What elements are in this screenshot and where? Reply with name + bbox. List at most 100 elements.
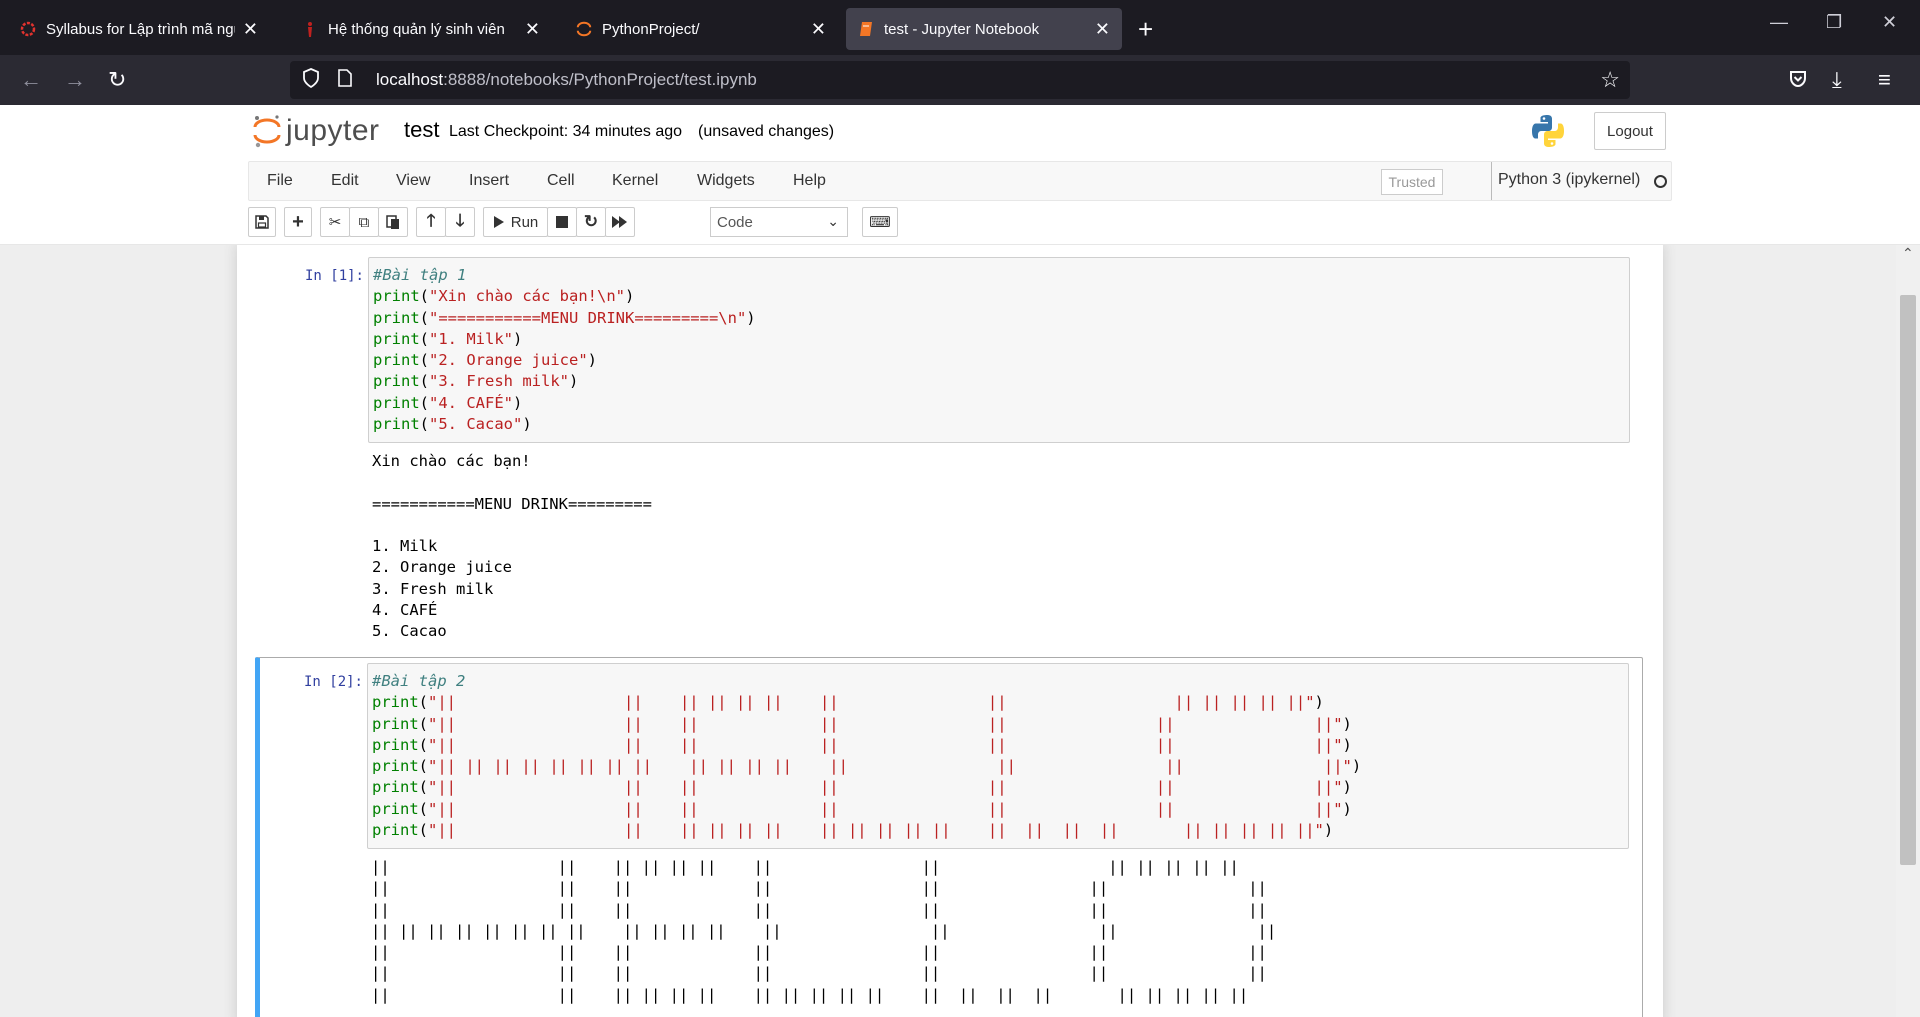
back-icon[interactable]: ← xyxy=(20,67,42,93)
scissors-icon: ✂ xyxy=(328,214,342,231)
arrow-down-icon: 🡓 xyxy=(455,210,465,230)
tab-title: Syllabus for Lập trình mã nguồn xyxy=(46,20,235,38)
jupyter-header: jupyter test Last Checkpoint: 34 minutes… xyxy=(0,105,1920,245)
tab-python-project[interactable]: PythonProject/ ✕ xyxy=(564,8,838,50)
browser-tab-bar: Syllabus for Lập trình mã nguồn ✕ Hệ thố… xyxy=(0,0,1920,55)
menu-bar: File Edit View Insert Cell Kernel Widget… xyxy=(248,161,1672,201)
tab-test-notebook[interactable]: test - Jupyter Notebook ✕ xyxy=(846,8,1122,50)
shield-icon[interactable] xyxy=(302,67,324,93)
code-line: print("|| || || || || || || || || || || … xyxy=(372,693,1324,712)
pocket-icon[interactable] xyxy=(1788,69,1808,94)
url-path: :8888/notebooks/PythonProject/test.ipynb xyxy=(443,70,757,89)
forward-icon[interactable]: → xyxy=(64,67,86,93)
cut-button[interactable]: ✂ xyxy=(320,207,350,237)
code-line: print("Xin chào các bạn!\n") xyxy=(373,287,635,306)
menu-file[interactable]: File xyxy=(267,172,293,190)
code-line: print("1. Milk") xyxy=(373,329,523,348)
page-scrollbar[interactable]: ⌃ xyxy=(1896,245,1920,1017)
scrollbar-thumb[interactable] xyxy=(1900,295,1916,865)
menu-view[interactable]: View xyxy=(396,172,430,190)
cell-type-value: Code xyxy=(717,213,753,231)
notebook-name[interactable]: test xyxy=(404,117,439,143)
menu-insert[interactable]: Insert xyxy=(469,172,509,190)
close-icon[interactable]: ✕ xyxy=(1095,19,1110,40)
run-button[interactable]: Run xyxy=(483,207,548,237)
insert-cell-button[interactable]: + xyxy=(284,207,312,237)
tab-syllabus[interactable]: Syllabus for Lập trình mã nguồn ✕ xyxy=(8,8,270,50)
restore-icon[interactable]: ❐ xyxy=(1826,12,1842,33)
play-icon xyxy=(493,216,504,228)
red-figure-icon xyxy=(302,21,318,37)
code-cell[interactable]: In [1]: #Bài tập 1 print("Xin chào các bạ… xyxy=(255,255,1643,640)
cell-type-select[interactable]: Code ⌄ xyxy=(710,207,848,237)
url-host: localhost xyxy=(376,70,444,89)
output-line: 2. Orange juice xyxy=(372,558,512,577)
output-line: || || || || || || || || || || || || || |… xyxy=(371,921,1277,940)
minimize-icon[interactable]: — xyxy=(1770,12,1788,33)
menu-kernel[interactable]: Kernel xyxy=(612,172,658,190)
code-line: #Bài tập 2 xyxy=(372,672,466,690)
code-line: print("|| || || || || || || || || || || … xyxy=(372,821,1334,840)
output-line: 4. CAFÉ xyxy=(372,601,438,620)
hamburger-menu-icon[interactable]: ≡ xyxy=(1878,67,1891,93)
menu-cell[interactable]: Cell xyxy=(547,172,575,190)
code-line: print("|| || || || || || ||") xyxy=(372,735,1352,754)
output-line: || || || || || || || xyxy=(371,879,1267,898)
tab-student-management[interactable]: Hệ thống quản lý sinh viên ✕ xyxy=(290,8,552,50)
close-icon[interactable]: ✕ xyxy=(525,19,540,40)
output-line: Xin chào các bạn! xyxy=(372,452,531,470)
menu-help[interactable]: Help xyxy=(793,172,826,190)
menu-widgets[interactable]: Widgets xyxy=(697,172,755,190)
notebook-container: In [1]: #Bài tập 1 print("Xin chào các bạ… xyxy=(0,245,1920,1017)
close-icon[interactable]: ✕ xyxy=(243,19,258,40)
command-palette-button[interactable]: ⌨ xyxy=(862,207,898,237)
url-bar[interactable]: localhost:8888/notebooks/PythonProject/t… xyxy=(290,61,1630,99)
code-line: print("5. Cacao") xyxy=(373,415,532,434)
trusted-badge[interactable]: Trusted xyxy=(1381,169,1443,195)
download-icon[interactable]: ⤓ xyxy=(1832,67,1842,93)
code-line: print("2. Orange juice") xyxy=(373,351,597,370)
output-line: || || || || || || || || || || || || || |… xyxy=(371,985,1249,1004)
jupyter-logo-icon xyxy=(252,113,282,149)
keyboard-icon: ⌨ xyxy=(869,214,891,231)
code-line: print("|| || || || || || ||") xyxy=(372,714,1352,733)
chevron-down-icon: ⌄ xyxy=(827,213,839,229)
scroll-up-icon[interactable]: ⌃ xyxy=(1902,245,1914,262)
close-icon[interactable]: ✕ xyxy=(811,19,826,40)
plus-icon: + xyxy=(292,210,304,233)
output-line: 3. Fresh milk xyxy=(372,579,494,598)
notebook-icon xyxy=(858,21,874,37)
code-line: #Bài tập 1 xyxy=(373,266,467,284)
output-line: ===========MENU DRINK========= xyxy=(372,494,652,513)
output-line: 1. Milk xyxy=(372,537,438,556)
close-window-icon[interactable]: ✕ xyxy=(1882,12,1897,33)
save-button[interactable] xyxy=(248,207,276,237)
code-cell-selected[interactable]: In [2]: #Bài tập 2 print("|| || || || || … xyxy=(255,657,1643,1017)
interrupt-button[interactable] xyxy=(547,207,577,237)
menu-edit[interactable]: Edit xyxy=(331,172,359,190)
restart-button[interactable]: ↻ xyxy=(576,207,606,237)
paste-button[interactable] xyxy=(378,207,408,237)
cell-input[interactable]: #Bài tập 2 print("|| || || || || || || ||… xyxy=(367,663,1629,849)
jupyter-logo[interactable]: jupyter xyxy=(252,113,380,149)
move-down-button[interactable]: 🡓 xyxy=(445,207,475,237)
new-tab-button[interactable]: + xyxy=(1138,14,1153,45)
logout-button[interactable]: Logout xyxy=(1594,112,1666,150)
output-line: || || || || || || || xyxy=(371,964,1267,983)
notebook-page: In [1]: #Bài tập 1 print("Xin chào các bạ… xyxy=(237,245,1663,1017)
code-line: print("|| || || || || || ||") xyxy=(372,778,1352,797)
kernel-name[interactable]: Python 3 (ipykernel) xyxy=(1491,162,1640,200)
reload-icon[interactable]: ↻ xyxy=(108,67,126,93)
cell-input[interactable]: #Bài tập 1 print("Xin chào các bạn!\n") pr… xyxy=(368,257,1630,443)
page-icon xyxy=(338,68,360,92)
tab-title: Hệ thống quản lý sinh viên xyxy=(328,20,505,38)
copy-button[interactable]: ⧉ xyxy=(349,207,379,237)
fast-forward-icon xyxy=(612,216,627,228)
restart-run-all-button[interactable] xyxy=(605,207,635,237)
code-line: print("3. Fresh milk") xyxy=(373,372,579,391)
run-label: Run xyxy=(510,213,539,231)
move-up-button[interactable]: 🡑 xyxy=(416,207,446,237)
bookmark-star-icon[interactable]: ☆ xyxy=(1600,67,1620,93)
